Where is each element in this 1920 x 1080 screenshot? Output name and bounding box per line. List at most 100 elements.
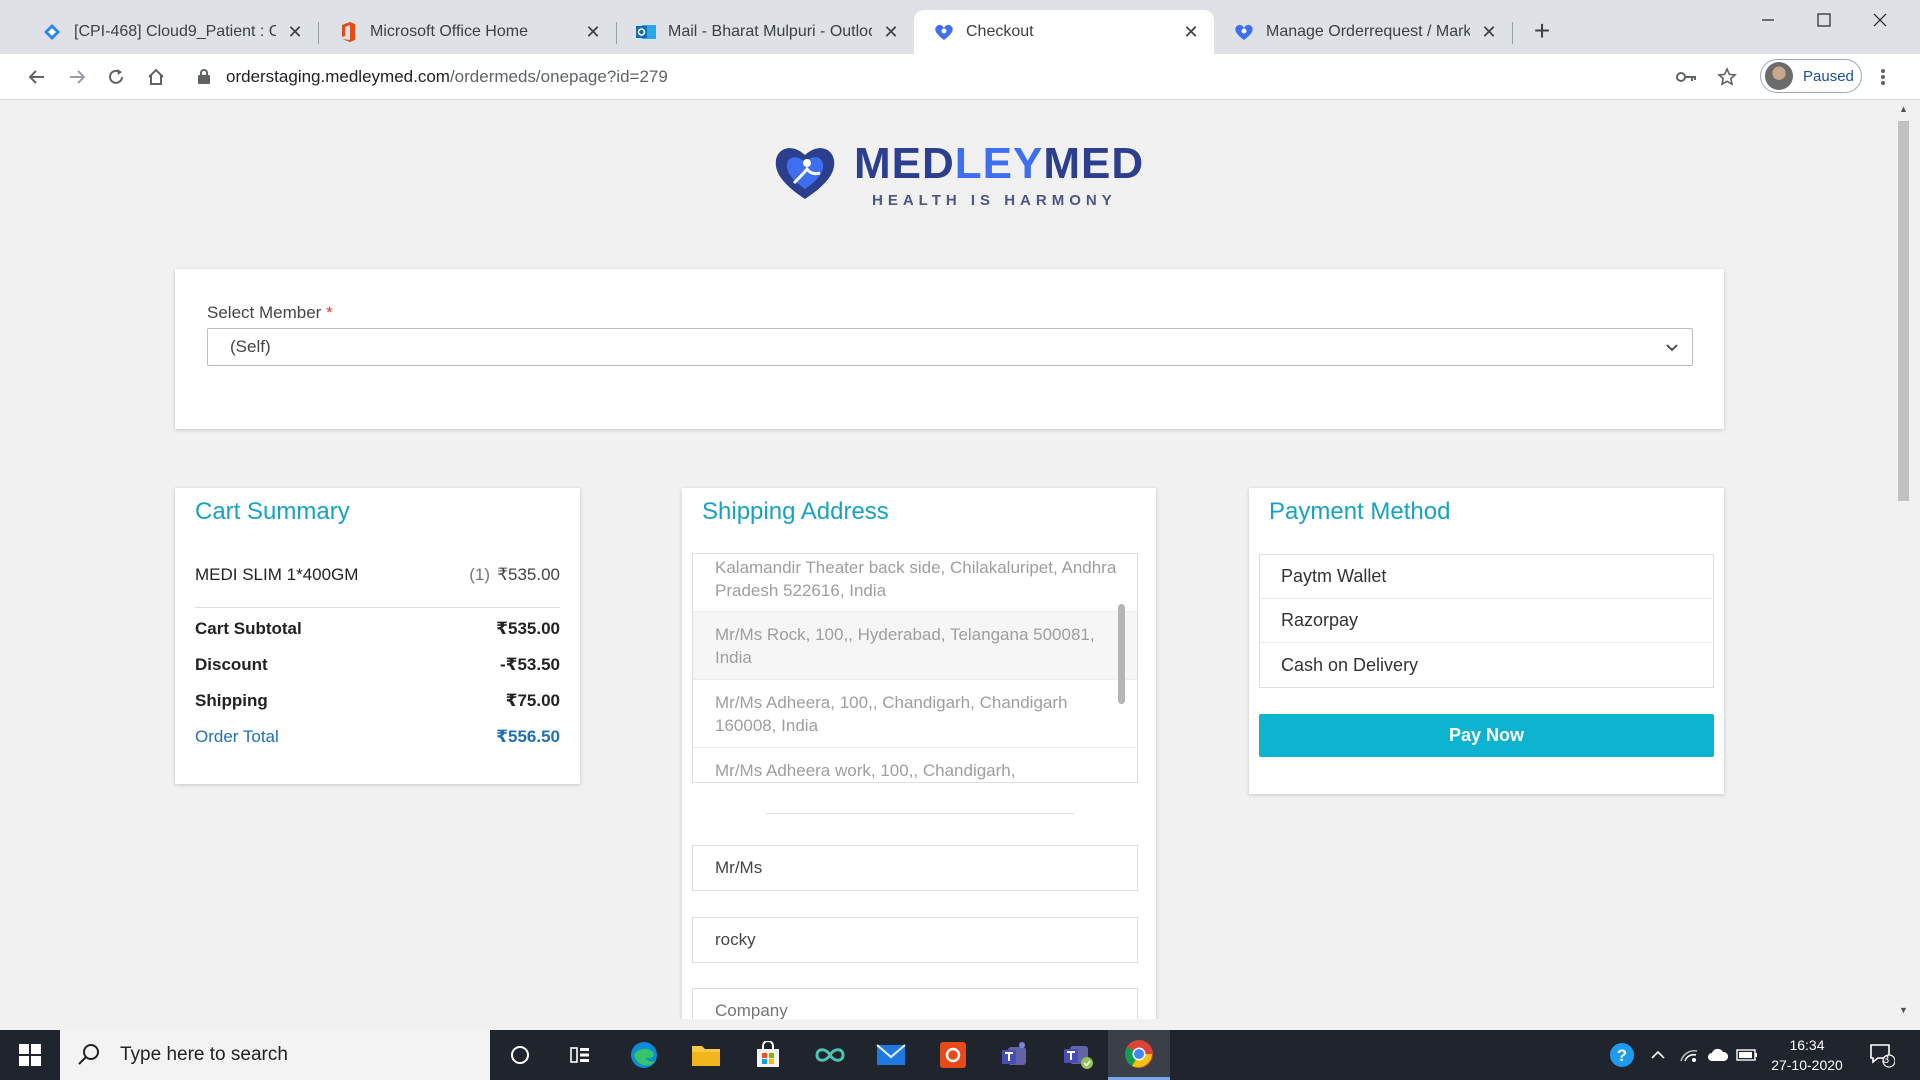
notification-icon — [1870, 1044, 1895, 1068]
member-card: Select Member * (Self) — [175, 269, 1724, 429]
divider — [195, 607, 560, 608]
back-button[interactable] — [22, 62, 52, 92]
new-tab-button[interactable]: + — [1528, 17, 1556, 46]
address-list-scrollbar[interactable] — [1118, 604, 1125, 704]
battery-icon[interactable] — [1733, 1030, 1761, 1080]
close-tab-icon[interactable]: ✕ — [1180, 21, 1202, 43]
show-hidden-icons-chevron-icon[interactable] — [1646, 1030, 1670, 1080]
home-button[interactable] — [141, 62, 171, 92]
start-button[interactable] — [0, 1030, 60, 1080]
jira-icon — [42, 22, 62, 42]
minimize-window-button[interactable] — [1740, 0, 1796, 40]
logo-name-part: MED — [1043, 139, 1145, 188]
discount-label: Discount — [195, 655, 268, 674]
divider — [766, 813, 1074, 814]
cart-item: MEDI SLIM 1*400GM (1) ₹535.00 — [195, 565, 560, 585]
forward-arrow-icon — [70, 70, 86, 84]
logo-wordmark: MEDLEYMED — [854, 139, 1144, 189]
file-explorer-icon[interactable] — [689, 1038, 723, 1072]
reload-button[interactable] — [101, 62, 131, 92]
cortana-icon[interactable] — [503, 1038, 537, 1072]
company-field[interactable]: Company — [692, 988, 1138, 1019]
shipping-address-card: Shipping Address Kalamandir Theater back… — [682, 488, 1156, 1019]
task-view-icon[interactable] — [563, 1038, 597, 1072]
lock-icon[interactable] — [197, 68, 211, 90]
address-option[interactable]: Mr/Ms Rock, 100,, Hyderabad, Telangana 5… — [693, 612, 1137, 680]
onedrive-cloud-icon[interactable] — [1704, 1030, 1732, 1080]
mail-app-icon[interactable] — [874, 1038, 908, 1072]
scroll-down-arrow-icon[interactable]: ▼ — [1895, 1002, 1912, 1019]
page-viewport: MEDLEYMED HEALTH IS HARMONY Select Membe… — [8, 101, 1895, 1019]
address-option[interactable]: Mr/Ms Adheera, 100,, Chandigarh, Chandig… — [693, 680, 1137, 748]
svg-text:?: ? — [1617, 1046, 1627, 1065]
page-scrollbar-thumb[interactable] — [1898, 121, 1909, 501]
cart-summary-card: Cart Summary MEDI SLIM 1*400GM (1) ₹535.… — [175, 488, 580, 784]
clock-date: 27-10-2020 — [1771, 1057, 1843, 1073]
close-tab-icon[interactable]: ✕ — [1478, 21, 1500, 43]
browser-menu-button[interactable] — [1868, 62, 1898, 92]
reload-icon — [109, 69, 123, 84]
infinity-app-icon[interactable] — [813, 1038, 847, 1072]
profile-status-label: Paused — [1803, 67, 1854, 85]
scroll-up-arrow-icon[interactable]: ▲ — [1895, 101, 1912, 118]
browser-tab-title: Manage Orderrequest / MarketPl — [1266, 23, 1470, 40]
system-clock[interactable]: 16:34 27-10-2020 — [1762, 1035, 1852, 1075]
address-option[interactable]: Mr/Ms Adheera work, 100,, Chandigarh, — [693, 748, 1137, 782]
maximize-window-button[interactable] — [1796, 0, 1852, 40]
pay-now-button[interactable]: Pay Now — [1259, 714, 1714, 757]
name-prefix-field[interactable]: Mr/Ms — [692, 845, 1138, 891]
action-center-button[interactable]: 3 — [1862, 1030, 1902, 1080]
chevron-down-icon — [1666, 344, 1678, 352]
help-icon[interactable]: ? — [1605, 1030, 1639, 1080]
cart-summary-title: Cart Summary — [195, 498, 350, 525]
office-app-icon[interactable] — [936, 1038, 970, 1072]
cart-subtotal-value: ₹535.00 — [496, 619, 560, 638]
member-select[interactable]: (Self) — [207, 328, 1693, 366]
saved-address-list[interactable]: Kalamandir Theater back side, Chilakalur… — [692, 553, 1138, 783]
chrome-taskbar-button[interactable] — [1108, 1030, 1170, 1080]
browser-tab-outlook[interactable]: Mail - Bharat Mulpuri - Outlook ✕ — [616, 10, 914, 54]
payment-option-cod[interactable]: Cash on Delivery — [1260, 643, 1713, 687]
shipping-value: ₹75.00 — [505, 691, 560, 710]
password-key-button[interactable] — [1672, 62, 1702, 92]
browser-tab-manage-orderrequest[interactable]: Manage Orderrequest / MarketPl ✕ — [1214, 10, 1512, 54]
close-tab-icon[interactable]: ✕ — [582, 21, 604, 43]
payment-option-paytm[interactable]: Paytm Wallet — [1260, 555, 1713, 599]
search-icon — [78, 1044, 99, 1065]
close-tab-icon[interactable]: ✕ — [880, 21, 902, 43]
teams-status-icon[interactable] — [1061, 1038, 1095, 1072]
browser-tab-title: Microsoft Office Home — [370, 23, 528, 40]
medleymed-icon — [1234, 22, 1254, 42]
taskbar-search-box[interactable]: Type here to search — [60, 1030, 490, 1080]
back-arrow-icon — [28, 70, 44, 84]
browser-tab-checkout[interactable]: Checkout ✕ — [914, 10, 1214, 54]
browser-toolbar: orderstaging.medleymed.com/ordermeds/one… — [0, 54, 1920, 100]
edge-browser-icon[interactable] — [627, 1038, 661, 1072]
member-select-value: (Self) — [230, 337, 271, 356]
browser-tab-office[interactable]: Microsoft Office Home ✕ — [318, 10, 616, 54]
payment-option-razorpay[interactable]: Razorpay — [1260, 599, 1713, 643]
network-wifi-icon[interactable] — [1675, 1030, 1703, 1080]
key-icon — [1676, 72, 1696, 82]
close-window-button[interactable] — [1852, 0, 1908, 40]
required-mark: * — [326, 303, 333, 322]
browser-tab-jira[interactable]: [CPI-468] Cloud9_Patient : Consu ✕ — [22, 10, 318, 54]
first-name-field[interactable]: rocky — [692, 917, 1138, 963]
page-scrollbar[interactable]: ▲ ▼ — [1895, 101, 1912, 1019]
order-total-label: Order Total — [195, 727, 279, 746]
forward-button[interactable] — [62, 62, 92, 92]
teams-icon[interactable] — [998, 1038, 1032, 1072]
medleymed-icon — [934, 22, 954, 42]
close-tab-icon[interactable]: ✕ — [284, 21, 306, 43]
name-prefix-value: Mr/Ms — [715, 858, 763, 877]
avatar — [1765, 62, 1793, 90]
address-bar[interactable]: orderstaging.medleymed.com/ordermeds/one… — [226, 54, 668, 100]
microsoft-store-icon[interactable] — [751, 1038, 785, 1072]
logo-name-part: MED — [854, 139, 955, 188]
profile-button[interactable]: Paused — [1760, 59, 1862, 93]
bookmark-button[interactable] — [1712, 62, 1742, 92]
medleymed-logo[interactable]: MEDLEYMED HEALTH IS HARMONY — [774, 139, 1143, 209]
cart-subtotal-label: Cart Subtotal — [195, 619, 302, 638]
shipping-address-title: Shipping Address — [702, 498, 889, 525]
address-option[interactable]: Kalamandir Theater back side, Chilakalur… — [693, 554, 1137, 612]
